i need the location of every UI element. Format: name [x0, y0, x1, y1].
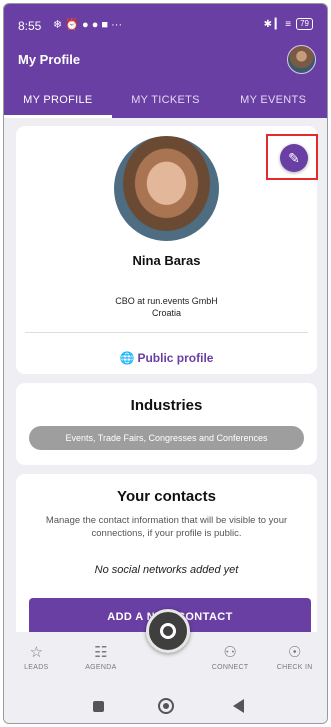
pencil-icon: ✎	[288, 150, 300, 166]
notification-icons: ❄ ⏰ ● ● ■ ···	[53, 19, 123, 31]
public-profile-link[interactable]: 🌐 Public profile	[16, 351, 317, 365]
nav-label-agenda: AGENDA	[85, 664, 117, 671]
connectivity-icons: ✱ ▎ ≡	[263, 18, 292, 30]
phone-screen: 8:55 ❄ ⏰ ● ● ■ ··· ✱ ▎ ≡ 79 My Profile M…	[3, 3, 328, 724]
nav-label-check-in: CHECK IN	[276, 664, 313, 671]
star-icon: ☆	[29, 644, 44, 661]
edit-profile-button[interactable]: ✎	[280, 144, 308, 172]
tab-bar: MY PROFILE MY TICKETS MY EVENTS	[4, 82, 327, 118]
industry-chip: Events, Trade Fairs, Congresses and Conf…	[29, 426, 304, 450]
calendar-icon: ☷	[94, 644, 108, 661]
profile-card: ✎ Nina Baras CBO at run.events GmbH Croa…	[16, 126, 318, 374]
scan-button[interactable]	[146, 609, 190, 653]
nav-item-check-in[interactable]: ☉ CHECK IN	[262, 632, 327, 686]
people-icon: ⚇	[223, 644, 237, 661]
nav-item-connect[interactable]: ⚇ CONNECT	[198, 632, 263, 686]
nav-label-leads: LEADS	[24, 664, 49, 671]
edit-profile-highlight: ✎	[266, 134, 318, 180]
nav-item-agenda[interactable]: ☷ AGENDA	[69, 632, 134, 686]
public-profile-label: Public profile	[137, 351, 214, 365]
avatar[interactable]	[287, 45, 316, 74]
page-title: My Profile	[18, 52, 81, 67]
status-bar: 8:55 ❄ ⏰ ● ● ■ ··· ✱ ▎ ≡ 79	[4, 4, 327, 42]
nav-item-leads[interactable]: ☆ LEADS	[4, 632, 69, 686]
profile-photo	[114, 136, 219, 241]
profile-role: CBO at run.events GmbH	[115, 296, 218, 306]
recent-apps-icon[interactable]	[93, 701, 104, 712]
app-bar: My Profile	[4, 42, 327, 82]
battery-icon: 79	[296, 18, 313, 30]
empty-state-text: No social networks added yet	[94, 564, 239, 576]
divider	[25, 332, 308, 333]
tab-my-profile[interactable]: MY PROFILE	[4, 82, 112, 118]
system-status-icons: ✱ ▎ ≡ 79	[264, 18, 313, 30]
globe-icon: 🌐	[119, 351, 135, 365]
industries-title: Industries	[130, 397, 203, 414]
industries-card: Industries Events, Trade Fairs, Congress…	[16, 383, 317, 465]
profile-country: Croatia	[151, 308, 181, 318]
profile-name: Nina Baras	[132, 253, 201, 268]
contacts-description: Manage the contact information that will…	[45, 515, 288, 539]
back-icon[interactable]	[233, 699, 244, 713]
status-time: 8:55	[18, 19, 42, 33]
contacts-title: Your contacts	[117, 488, 216, 505]
location-pin-icon: ☉	[287, 644, 302, 661]
tab-my-events[interactable]: MY EVENTS	[219, 82, 327, 118]
home-icon[interactable]	[158, 698, 174, 714]
nav-label-connect: CONNECT	[211, 664, 249, 671]
tab-my-tickets[interactable]: MY TICKETS	[112, 82, 220, 118]
system-nav-bar	[4, 686, 327, 723]
